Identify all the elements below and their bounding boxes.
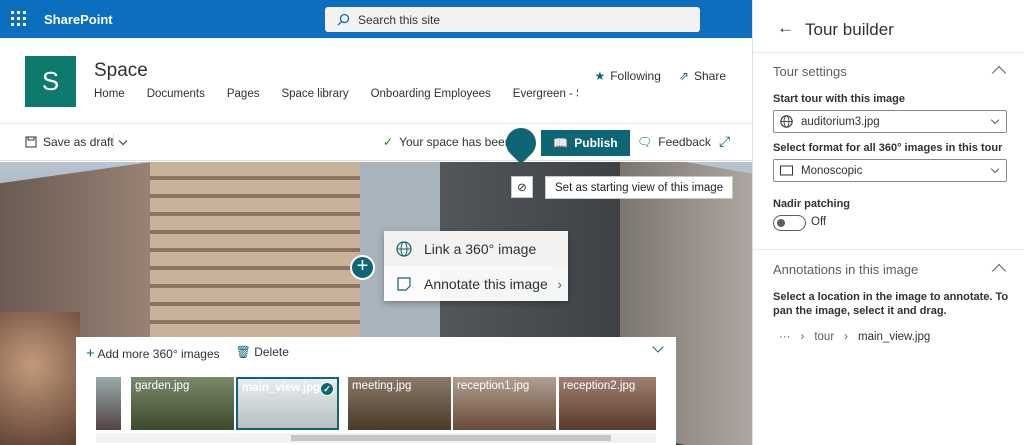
breadcrumb: ··· › tour › main_view.jpg <box>779 331 930 343</box>
site-header: S Space Home Documents Pages Space libra… <box>0 38 752 124</box>
breadcrumb-tour[interactable]: tour <box>814 331 834 343</box>
format-label: Select format for all 360° images in thi… <box>773 142 1003 154</box>
expand-icon[interactable]: ⤢ <box>719 133 730 150</box>
suite-bar: SharePoint Search this site <box>0 0 752 38</box>
person-foreground <box>0 312 80 445</box>
thumbnail-partial[interactable] <box>96 377 121 430</box>
chevron-down-icon <box>990 115 1000 125</box>
start-image-dropdown[interactable]: auditorium3.jpg <box>773 110 1007 133</box>
globe-icon <box>780 115 793 128</box>
brand-name[interactable]: SharePoint <box>44 12 113 27</box>
format-value: Monoscopic <box>801 164 863 177</box>
divider <box>753 249 1024 250</box>
book-icon: 📖 <box>553 136 569 150</box>
share-button[interactable]: ⇗ Share <box>679 69 726 83</box>
breadcrumb-overflow[interactable]: ··· <box>779 331 791 343</box>
nadir-state: Off <box>811 216 827 228</box>
save-options-dropdown[interactable] <box>113 133 128 151</box>
following-button[interactable]: ★ Following <box>594 69 660 83</box>
thumbnail-main-view-label: main_view.jpg <box>242 382 321 394</box>
link-360-image-item[interactable]: Link a 360° image <box>384 231 568 266</box>
context-menu: Link a 360° image Annotate this image › <box>384 231 568 301</box>
start-tour-label: Start tour with this image <box>773 93 906 105</box>
panel-title: Tour builder <box>805 20 894 39</box>
thumbnail-garden[interactable]: garden.jpg <box>131 377 234 430</box>
nav-item-space-library[interactable]: Space library <box>281 88 348 100</box>
rectangle-icon <box>780 165 793 176</box>
toggle-knob <box>777 219 785 227</box>
chevron-down-icon <box>118 136 128 145</box>
chevron-up-icon[interactable] <box>991 65 1007 81</box>
reset-view-icon[interactable]: ⊘ <box>511 176 533 198</box>
feedback-button[interactable]: 🗨 Feedback <box>637 135 711 149</box>
annotate-label: Annotate this image <box>424 275 548 292</box>
chevron-right-icon: › <box>800 331 805 343</box>
back-arrow-icon[interactable]: ← <box>777 18 794 38</box>
selected-check-icon: ✓ <box>320 382 334 396</box>
collapse-tray-icon[interactable] <box>652 341 664 353</box>
tour-builder-panel: ← Tour builder Tour settings Start tour … <box>752 0 1024 445</box>
delete-label: Delete <box>254 345 289 359</box>
site-logo[interactable]: S <box>25 56 76 107</box>
divider <box>753 52 1024 53</box>
nav-item-pages[interactable]: Pages <box>227 88 260 100</box>
search-icon <box>337 13 350 26</box>
tray-actions: + Add more 360° images 🗑 Delete <box>86 345 289 362</box>
check-icon: ✓ <box>383 135 394 149</box>
nadir-label: Nadir patching <box>773 198 851 210</box>
following-label: Following <box>610 69 661 83</box>
breadcrumb-current: main_view.jpg <box>858 331 931 343</box>
feedback-label: Feedback <box>658 135 711 149</box>
site-title[interactable]: Space <box>94 60 148 82</box>
trash-icon: 🗑 <box>235 345 251 359</box>
save-draft-button[interactable]: Save as draft <box>25 135 114 149</box>
save-draft-label: Save as draft <box>43 135 114 149</box>
nav-item-evergreen[interactable]: Evergreen - Sta <box>513 88 578 100</box>
chevron-down-icon <box>990 164 1000 174</box>
publish-label: Publish <box>574 136 618 150</box>
annotations-help-text: Select a location in the image to annota… <box>773 291 1009 317</box>
star-icon: ★ <box>594 69 606 83</box>
link-360-label: Link a 360° image <box>424 240 537 257</box>
chevron-right-icon: › <box>844 331 849 343</box>
nav-item-onboarding[interactable]: Onboarding Employees <box>371 88 491 100</box>
chevron-right-icon: › <box>557 275 562 292</box>
annotate-image-item[interactable]: Annotate this image › <box>384 266 568 301</box>
add-images-button[interactable]: + Add more 360° images <box>86 345 220 362</box>
site-nav: Home Documents Pages Space library Onboa… <box>94 88 578 100</box>
nav-item-documents[interactable]: Documents <box>147 88 205 100</box>
app-launcher-icon[interactable] <box>11 11 27 27</box>
format-dropdown[interactable]: Monoscopic <box>773 159 1007 182</box>
share-label: Share <box>693 69 726 83</box>
thumbnail-reception1[interactable]: reception1.jpg <box>453 377 556 430</box>
command-bar: Save as draft ✓ Your space has been s 🗨 … <box>0 125 752 161</box>
feedback-icon: 🗨 <box>637 135 653 149</box>
save-icon <box>25 136 37 148</box>
add-annotation-icon[interactable]: + <box>350 255 375 280</box>
publish-button[interactable]: 📖 Publish <box>541 130 630 156</box>
status-message: ✓ Your space has been s <box>383 135 521 149</box>
thumbnail-meeting[interactable]: meeting.jpg <box>348 377 451 430</box>
tour-settings-header[interactable]: Tour settings <box>773 64 847 79</box>
scrollbar-thumb[interactable] <box>291 435 611 441</box>
start-image-value: auditorium3.jpg <box>801 115 880 128</box>
thumbnail-reception2[interactable]: reception2.jpg <box>559 377 656 430</box>
set-starting-view-button[interactable]: Set as starting view of this image <box>545 176 734 199</box>
tray-scrollbar[interactable] <box>96 433 656 443</box>
annotation-icon <box>397 276 411 291</box>
delete-button[interactable]: 🗑 Delete <box>236 345 289 362</box>
status-text: Your space has been s <box>399 135 521 149</box>
chevron-up-icon[interactable] <box>991 263 1007 279</box>
search-box[interactable]: Search this site <box>325 7 700 32</box>
add-images-label: Add more 360° images <box>97 347 220 361</box>
nav-item-home[interactable]: Home <box>94 88 125 100</box>
plus-icon: + <box>86 345 95 362</box>
search-placeholder: Search this site <box>358 12 441 27</box>
thumbnail-main-view[interactable]: main_view.jpg ✓ <box>236 377 339 430</box>
header-actions: ★ Following ⇗ Share <box>594 69 726 83</box>
nadir-toggle[interactable] <box>773 215 806 231</box>
share-icon: ⇗ <box>678 69 689 83</box>
annotations-header[interactable]: Annotations in this image <box>773 262 918 277</box>
globe-icon <box>396 240 412 257</box>
